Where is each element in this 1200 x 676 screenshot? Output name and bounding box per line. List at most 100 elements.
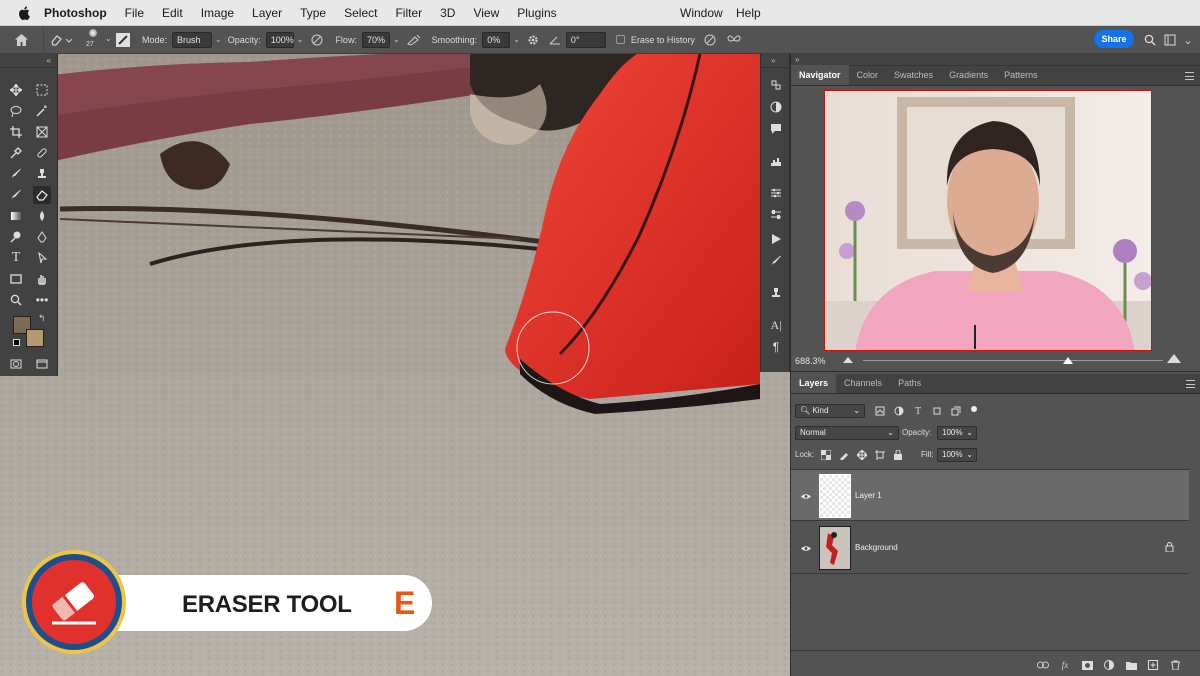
menu-plugins[interactable]: Plugins <box>517 6 556 20</box>
butterfly-symmetry-icon[interactable] <box>727 34 741 46</box>
lock-transparent-icon[interactable] <box>817 446 835 464</box>
zoom-value[interactable]: 688.3% <box>795 356 826 366</box>
lock-position-icon[interactable] <box>853 446 871 464</box>
menu-edit[interactable]: Edit <box>162 6 183 20</box>
tab-paths[interactable]: Paths <box>890 373 929 393</box>
menu-image[interactable]: Image <box>201 6 234 20</box>
layer-filter-select[interactable]: 🔍︎ Kind ⌄ <box>795 404 865 418</box>
folder-icon[interactable] <box>1125 659 1137 671</box>
lock-all-icon[interactable] <box>889 446 907 464</box>
history-panel-icon[interactable] <box>767 76 785 94</box>
marquee-tool-icon[interactable] <box>33 81 51 99</box>
screen-mode-icon[interactable] <box>33 355 51 373</box>
filter-type-icon[interactable]: T <box>909 402 927 420</box>
tab-navigator[interactable]: Navigator <box>791 65 849 85</box>
home-icon[interactable] <box>0 25 44 54</box>
search-icon[interactable] <box>1144 34 1156 46</box>
panel-menu-icon[interactable] <box>1185 72 1194 80</box>
layer-name[interactable]: Layer 1 <box>855 491 882 500</box>
zoom-in-icon[interactable] <box>1167 354 1181 363</box>
rectangle-tool-icon[interactable] <box>7 270 25 288</box>
zoom-slider-track[interactable] <box>863 360 1163 361</box>
panel-menu-icon[interactable] <box>1186 380 1195 388</box>
erase-history-checkbox[interactable] <box>615 35 625 44</box>
quick-mask-icon[interactable] <box>7 355 25 373</box>
menu-view[interactable]: View <box>473 6 499 20</box>
paragraph-panel-icon[interactable]: ¶ <box>767 338 785 356</box>
pressure-opacity-icon[interactable] <box>309 34 325 46</box>
default-colors-icon[interactable] <box>13 339 20 346</box>
add-mask-icon[interactable] <box>1081 659 1093 671</box>
frame-tool-icon[interactable] <box>33 123 51 141</box>
workspace-icon[interactable] <box>1164 34 1176 46</box>
share-button[interactable]: Share <box>1094 30 1134 48</box>
layer-name[interactable]: Background <box>855 543 898 552</box>
eye-icon[interactable] <box>801 491 811 501</box>
navigator-thumbnail[interactable] <box>824 90 1152 351</box>
opacity-field[interactable]: 100% <box>265 31 294 48</box>
fx-icon[interactable]: fx <box>1059 659 1071 671</box>
tab-channels[interactable]: Channels <box>836 373 890 393</box>
airbrush-icon[interactable] <box>406 34 422 46</box>
fill-field[interactable]: 100% ⌄ <box>937 448 977 462</box>
pen-tool-icon[interactable] <box>33 228 51 246</box>
tab-swatches[interactable]: Swatches <box>886 65 941 85</box>
zoom-out-icon[interactable] <box>843 357 853 363</box>
menu-window[interactable]: Window <box>680 6 723 20</box>
eye-icon[interactable] <box>801 543 811 553</box>
brushes-panel-icon[interactable] <box>767 252 785 270</box>
brush-tool-icon[interactable] <box>7 165 25 183</box>
zoom-slider-thumb[interactable] <box>1063 357 1073 364</box>
tab-gradients[interactable]: Gradients <box>941 65 996 85</box>
dodge-tool-icon[interactable] <box>7 228 25 246</box>
history-brush-tool-icon[interactable] <box>7 186 25 204</box>
angle-field[interactable]: 0° <box>565 31 606 48</box>
layer-opacity-field[interactable]: 100% ⌄ <box>937 426 977 440</box>
comments-panel-icon[interactable] <box>767 120 785 138</box>
clone-stamp-tool-icon[interactable] <box>33 165 51 183</box>
blend-mode-select[interactable]: Normal ⌄ <box>795 426 899 440</box>
filter-pixel-icon[interactable] <box>871 402 889 420</box>
panel-expand-icon[interactable]: » <box>761 54 789 68</box>
filter-shape-icon[interactable] <box>928 402 946 420</box>
menu-help[interactable]: Help <box>736 6 761 20</box>
menu-type[interactable]: Type <box>300 6 326 20</box>
brush-size-picker[interactable]: 27 ⌄ <box>78 26 116 54</box>
trash-icon[interactable] <box>1169 659 1181 671</box>
eraser-preset-icon[interactable] <box>44 34 78 46</box>
swap-colors-icon[interactable]: ↰ <box>38 313 46 324</box>
menu-layer[interactable]: Layer <box>252 6 282 20</box>
libraries-panel-icon[interactable] <box>767 206 785 224</box>
menu-filter[interactable]: Filter <box>395 6 422 20</box>
more-tools-icon[interactable]: ••• <box>33 291 51 309</box>
layer-row-background[interactable]: Background <box>791 522 1189 574</box>
blur-tool-icon[interactable] <box>33 207 51 225</box>
background-color-swatch[interactable] <box>26 329 44 347</box>
link-layers-icon[interactable] <box>1037 659 1049 671</box>
hand-tool-icon[interactable] <box>33 270 51 288</box>
properties-panel-icon[interactable] <box>767 184 785 202</box>
gradient-tool-icon[interactable] <box>7 207 25 225</box>
tab-patterns[interactable]: Patterns <box>996 65 1046 85</box>
adjustment-layer-icon[interactable] <box>1103 659 1115 671</box>
magic-wand-tool-icon[interactable] <box>33 102 51 120</box>
chevron-down-icon[interactable]: ⌄ <box>1182 34 1194 47</box>
character-panel-icon[interactable]: A| <box>767 316 785 334</box>
smoothing-field[interactable]: 0% <box>482 31 511 48</box>
crop-tool-icon[interactable] <box>7 123 25 141</box>
adjustments-panel-icon[interactable] <box>767 98 785 116</box>
menu-3d[interactable]: 3D <box>440 6 455 20</box>
clone-source-panel-icon[interactable] <box>767 284 785 302</box>
path-selection-tool-icon[interactable] <box>33 249 51 267</box>
menu-select[interactable]: Select <box>344 6 377 20</box>
healing-brush-tool-icon[interactable] <box>33 144 51 162</box>
tab-layers[interactable]: Layers <box>791 373 837 393</box>
type-tool-icon[interactable]: T <box>7 249 25 267</box>
new-layer-icon[interactable] <box>1147 659 1159 671</box>
gear-icon[interactable] <box>526 34 540 46</box>
lasso-tool-icon[interactable] <box>7 102 25 120</box>
filter-smart-object-icon[interactable] <box>947 402 965 420</box>
eyedropper-tool-icon[interactable] <box>7 144 25 162</box>
histogram-panel-icon[interactable] <box>767 152 785 170</box>
mode-select[interactable]: Brush <box>172 31 213 48</box>
